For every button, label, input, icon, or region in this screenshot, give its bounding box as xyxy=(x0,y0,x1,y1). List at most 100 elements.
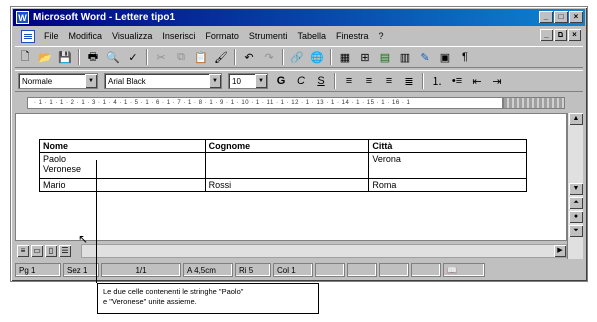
show-hide-icon[interactable]: ¶ xyxy=(456,49,474,66)
header-nome[interactable]: Nome xyxy=(39,139,206,153)
menu-tabella[interactable]: Tabella xyxy=(292,31,331,41)
maximize-button[interactable]: □ xyxy=(554,11,568,23)
align-right-icon[interactable]: ≡ xyxy=(380,73,398,90)
increase-indent-icon[interactable]: ⇥ xyxy=(488,73,506,90)
toolbar-separator xyxy=(334,73,336,89)
scroll-down-icon[interactable]: ▼ xyxy=(569,183,583,195)
chevron-down-icon[interactable]: ▼ xyxy=(255,74,267,88)
justify-icon[interactable]: ≣ xyxy=(400,73,418,90)
toolbar-separator xyxy=(234,49,236,65)
print-preview-icon[interactable]: 🔍 xyxy=(104,49,122,66)
previous-page-icon[interactable]: ⏶ xyxy=(569,197,583,209)
status-rev[interactable] xyxy=(347,263,377,277)
hyperlink-icon[interactable]: 🔗 xyxy=(288,49,306,66)
new-icon[interactable]: 🗋 xyxy=(16,49,34,66)
standard-toolbar: 🗋 📂 💾 🖶 🔍 ✓ ✂ ⧉ 📋 🖌 ↶ ↷ 🔗 🌐 ▦ ⊞ ▤ ▥ ✎ ▣ … xyxy=(15,46,583,68)
menu-visualizza[interactable]: Visualizza xyxy=(107,31,157,41)
status-ovr[interactable] xyxy=(411,263,441,277)
paste-icon[interactable]: 📋 xyxy=(192,49,210,66)
window-title: Microsoft Word - Lettere tipo1 xyxy=(33,12,176,23)
tables-borders-icon[interactable]: ▦ xyxy=(336,49,354,66)
toolbar-separator xyxy=(422,73,424,89)
table-cell[interactable]: Roma xyxy=(368,178,527,192)
document-icon[interactable] xyxy=(21,29,35,43)
insert-excel-icon[interactable]: ▤ xyxy=(376,49,394,66)
view-bar: ≡ ▭ ▯ ☰ ▶ xyxy=(15,243,567,259)
next-page-icon[interactable]: ⏷ xyxy=(569,225,583,237)
cell-text: Veronese xyxy=(43,164,82,174)
callout-pointer-line xyxy=(96,160,97,283)
table-cell[interactable]: Verona xyxy=(368,152,527,179)
document-area[interactable]: Nome Cognome Città Paolo Veronese Verona… xyxy=(15,113,567,241)
chevron-down-icon[interactable]: ▼ xyxy=(209,74,221,88)
bold-button[interactable]: G xyxy=(272,73,290,90)
drawing-icon[interactable]: ✎ xyxy=(416,49,434,66)
header-cognome[interactable]: Cognome xyxy=(204,139,370,153)
font-dropdown[interactable]: Arial Black ▼ xyxy=(104,73,222,89)
insert-table-icon[interactable]: ⊞ xyxy=(356,49,374,66)
font-value: Arial Black xyxy=(108,76,146,86)
menu-inserisci[interactable]: Inserisci xyxy=(157,31,200,41)
horizontal-ruler[interactable]: · 1 · 1 · 1 · 2 · 1 · 3 · 1 · 4 · 1 · 5 … xyxy=(27,97,503,109)
menu-modifica[interactable]: Modifica xyxy=(64,31,108,41)
web-layout-icon[interactable]: ▭ xyxy=(31,245,43,257)
table-cell[interactable]: Mario xyxy=(39,178,206,192)
merged-cell[interactable]: Paolo Veronese xyxy=(39,152,206,179)
format-painter-icon[interactable]: 🖌 xyxy=(212,49,230,66)
status-rec[interactable] xyxy=(315,263,345,277)
open-icon[interactable]: 📂 xyxy=(36,49,54,66)
document-map-icon[interactable]: ▣ xyxy=(436,49,454,66)
document-controls: _ ם × xyxy=(540,29,581,41)
font-size-dropdown[interactable]: 10 ▼ xyxy=(228,73,268,89)
numbering-icon[interactable]: ⒈ xyxy=(428,73,446,90)
vertical-scrollbar[interactable]: ▲ ▼ ⏶ ● ⏷ xyxy=(567,113,583,259)
doc-minimize-button[interactable]: _ xyxy=(540,29,553,41)
save-icon[interactable]: 💾 xyxy=(56,49,74,66)
underline-button[interactable]: S xyxy=(312,73,330,90)
horizontal-scrollbar[interactable]: ▶ xyxy=(81,244,567,258)
scroll-up-icon[interactable]: ▲ xyxy=(569,113,583,125)
spelling-icon[interactable]: ✓ xyxy=(124,49,142,66)
status-ext[interactable] xyxy=(379,263,409,277)
normal-view-icon[interactable]: ≡ xyxy=(17,245,29,257)
doc-close-button[interactable]: × xyxy=(568,29,581,41)
ruler-row: · 1 · 1 · 1 · 2 · 1 · 3 · 1 · 4 · 1 · 5 … xyxy=(15,95,583,111)
table-cell[interactable]: Rossi xyxy=(204,178,370,192)
style-dropdown[interactable]: Normale ▼ xyxy=(18,73,98,89)
copy-icon[interactable]: ⧉ xyxy=(172,49,190,66)
undo-icon[interactable]: ↶ xyxy=(240,49,258,66)
menu-help[interactable]: ? xyxy=(373,31,388,41)
italic-button[interactable]: C xyxy=(292,73,310,90)
columns-icon[interactable]: ▥ xyxy=(396,49,414,66)
status-column: Col 1 xyxy=(273,263,313,277)
align-center-icon[interactable]: ≡ xyxy=(360,73,378,90)
cut-icon[interactable]: ✂ xyxy=(152,49,170,66)
browse-object-icon[interactable]: ● xyxy=(569,211,583,223)
chevron-down-icon[interactable]: ▼ xyxy=(85,74,97,88)
doc-restore-button[interactable]: ם xyxy=(554,29,567,41)
scroll-right-icon[interactable]: ▶ xyxy=(554,245,566,257)
bullets-icon[interactable]: •≡ xyxy=(448,73,466,90)
table-cell[interactable] xyxy=(204,152,370,179)
menu-finestra[interactable]: Finestra xyxy=(331,31,374,41)
redo-icon[interactable]: ↷ xyxy=(260,49,278,66)
decrease-indent-icon[interactable]: ⇤ xyxy=(468,73,486,90)
close-button[interactable]: × xyxy=(569,11,583,23)
print-icon[interactable]: 🖶 xyxy=(84,49,102,66)
word-table[interactable]: Nome Cognome Città Paolo Veronese Verona… xyxy=(39,139,527,192)
spelling-status-icon[interactable]: 📖 xyxy=(443,263,485,277)
callout-line-2: e "Veronese" unite assieme. xyxy=(103,297,197,306)
ruler-margin xyxy=(503,97,565,109)
title-bar[interactable]: W Microsoft Word - Lettere tipo1 _ □ × xyxy=(13,9,585,26)
menu-formato[interactable]: Formato xyxy=(200,31,244,41)
web-toolbar-icon[interactable]: 🌐 xyxy=(308,49,326,66)
status-line: Ri 5 xyxy=(235,263,271,277)
align-left-icon[interactable]: ≡ xyxy=(340,73,358,90)
menu-strumenti[interactable]: Strumenti xyxy=(244,31,293,41)
outline-view-icon[interactable]: ☰ xyxy=(59,245,71,257)
minimize-button[interactable]: _ xyxy=(539,11,553,23)
print-layout-icon[interactable]: ▯ xyxy=(45,245,57,257)
word-app-icon[interactable]: W xyxy=(16,11,29,24)
menu-file[interactable]: File xyxy=(39,31,64,41)
header-citta[interactable]: Città xyxy=(368,139,527,153)
